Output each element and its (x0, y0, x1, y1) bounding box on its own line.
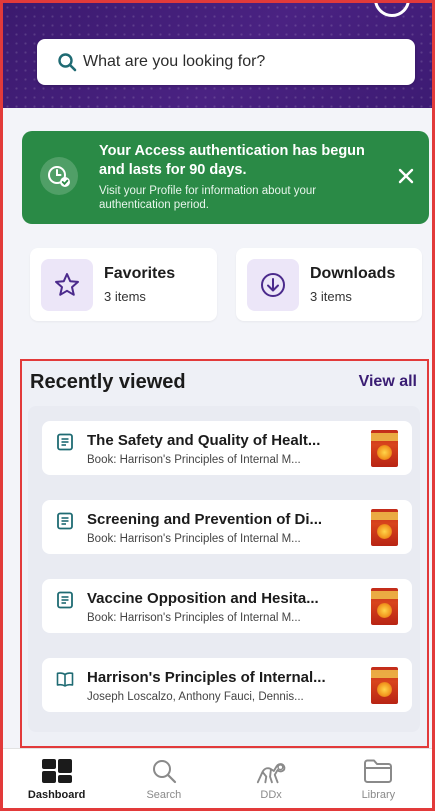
list-item[interactable]: Vaccine Opposition and Hesita... Book: H… (42, 579, 412, 633)
recently-viewed-heading: Recently viewed (30, 371, 186, 393)
recently-viewed-section: Recently viewed View all The Safety and … (20, 359, 429, 748)
list-item[interactable]: Screening and Prevention of Di... Book: … (42, 500, 412, 554)
open-book-icon (56, 672, 74, 687)
tab-dashboard[interactable]: Dashboard (3, 749, 110, 808)
tab-library[interactable]: Library (325, 749, 432, 808)
view-all-link[interactable]: View all (359, 373, 417, 391)
document-icon (57, 512, 73, 530)
tab-label: Search (146, 789, 182, 801)
search-bar[interactable] (37, 39, 415, 85)
star-icon (41, 259, 93, 311)
list-item[interactable]: The Safety and Quality of Healt... Book:… (42, 421, 412, 475)
item-subtitle: Book: Harrison's Principles of Internal … (87, 533, 301, 545)
book-cover (371, 509, 398, 546)
item-title: Vaccine Opposition and Hesita... (87, 590, 319, 607)
ddx-icon (255, 757, 287, 785)
document-icon (57, 591, 73, 609)
item-title: Harrison's Principles of Internal... (87, 669, 326, 686)
book-cover (371, 588, 398, 625)
tab-label: Library (361, 789, 396, 801)
downloads-card[interactable]: Downloads 3 items (236, 248, 422, 321)
download-icon (247, 259, 299, 311)
search-icon (58, 53, 77, 72)
alert-title: Your Access authentication has begun and… (99, 143, 365, 178)
tab-label: DDx (260, 789, 282, 801)
item-subtitle: Book: Harrison's Principles of Internal … (87, 454, 301, 466)
clock-check-icon (40, 157, 78, 195)
tab-search[interactable]: Search (110, 749, 217, 808)
dashboard-icon (41, 757, 73, 785)
favorites-label: Favorites (104, 265, 176, 282)
close-icon[interactable] (395, 165, 417, 187)
item-subtitle: Book: Harrison's Principles of Internal … (87, 612, 301, 624)
book-cover (371, 430, 398, 467)
alert-body: Visit your Profile for information about… (99, 185, 317, 211)
item-title: The Safety and Quality of Healt... (87, 432, 321, 449)
document-icon (57, 433, 73, 451)
item-title: Screening and Prevention of Di... (87, 511, 323, 528)
downloads-count: 3 items (310, 289, 352, 304)
tab-label: Dashboard (27, 789, 86, 801)
book-cover (371, 667, 398, 704)
search-input[interactable] (83, 53, 383, 71)
item-subtitle: Joseph Loscalzo, Anthony Fauci, Dennis..… (87, 691, 304, 703)
authentication-alert: Your Access authentication has begun and… (22, 131, 429, 224)
tab-ddx[interactable]: DDx (218, 749, 325, 808)
favorites-card[interactable]: Favorites 3 items (30, 248, 217, 321)
search-icon (148, 757, 180, 785)
downloads-label: Downloads (310, 265, 396, 282)
list-item[interactable]: Harrison's Principles of Internal... Jos… (42, 658, 412, 712)
app-screen: Your Access authentication has begun and… (0, 0, 435, 811)
bottom-nav: Dashboard Search DDx Library (3, 748, 432, 808)
favorites-count: 3 items (104, 289, 146, 304)
recently-viewed-list: The Safety and Quality of Healt... Book:… (28, 406, 420, 732)
folder-icon (362, 757, 394, 785)
header (3, 3, 432, 108)
